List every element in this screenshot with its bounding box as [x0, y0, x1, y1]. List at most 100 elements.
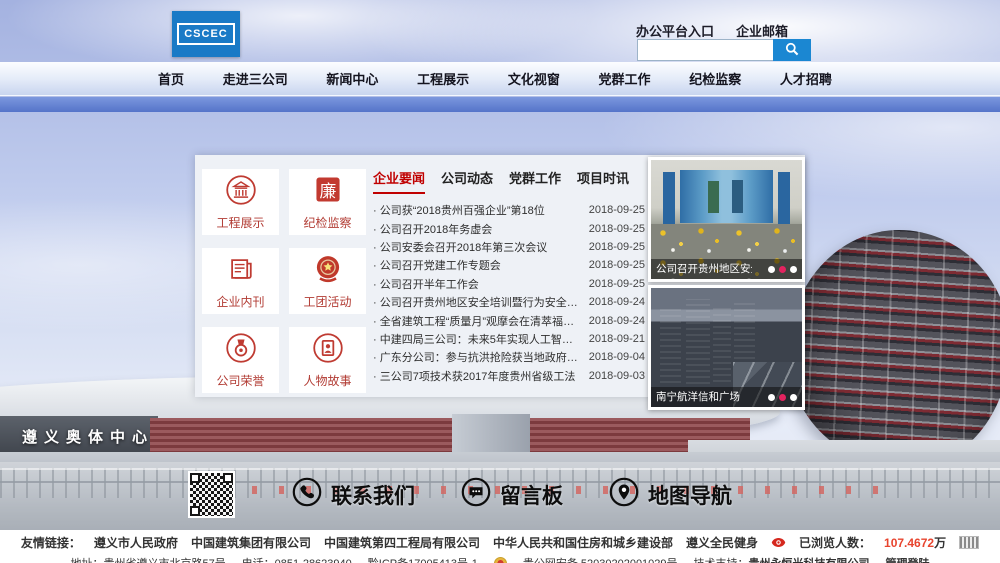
- news-title[interactable]: 公司召开党建工作专题会: [373, 257, 501, 273]
- link-zunyi-gov[interactable]: 遵义市人民政府: [94, 534, 178, 551]
- news-date: 2018-09-24: [589, 296, 645, 308]
- nav-item-culture[interactable]: 文化视窗: [508, 69, 560, 88]
- carousel-caption: 公司召开贵州地区安全培训暨...: [656, 259, 752, 279]
- tile-label: 人物故事: [303, 372, 351, 389]
- tile-label: 纪检监察: [303, 214, 351, 231]
- news-item[interactable]: 公司获“2018贵州百强企业”第18位 2018-09-25: [373, 201, 645, 219]
- tab-company-highlights[interactable]: 企业要闻: [373, 168, 425, 194]
- carousel-dot-active[interactable]: [779, 394, 786, 401]
- tile-people-stories[interactable]: 人物故事: [289, 327, 366, 393]
- link-mohurd[interactable]: 中华人民共和国住房和城乡建设部: [493, 534, 673, 551]
- search-input[interactable]: [637, 39, 773, 61]
- location-pin-icon: [609, 477, 639, 513]
- friend-links-row: 友情链接： 遵义市人民政府 中国建筑集团有限公司 中国建筑第四工程局有限公司 中…: [0, 530, 1000, 551]
- admin-login-link[interactable]: 管理登陆: [886, 555, 930, 563]
- tile-label: 工团活动: [303, 293, 351, 310]
- news-date: 2018-09-25: [589, 241, 645, 253]
- carousel-dot[interactable]: [768, 394, 775, 401]
- map-nav-label: 地图导航: [648, 480, 732, 510]
- tab-party-work[interactable]: 党群工作: [509, 168, 561, 194]
- carousel-caption: 南宁航洋信和广场: [656, 387, 740, 407]
- bank-icon: [225, 174, 257, 211]
- svg-text:廉: 廉: [319, 181, 336, 201]
- news-item[interactable]: 公司召开贵州地区安全培训暨行为安全之星表彰会 2018-09-24: [373, 293, 645, 311]
- news-title[interactable]: 广东分公司：参与抗洪抢险获当地政府表彰: [373, 349, 579, 365]
- carousel-slide-nanning-plaza[interactable]: 南宁航洋信和广场: [648, 285, 805, 410]
- carousel-dots: [768, 394, 797, 401]
- tile-label: 公司荣誉: [216, 372, 264, 389]
- news-title[interactable]: 全省建筑工程“质量月”观摩会在清萃福苑项目举行: [373, 313, 579, 329]
- carousel-slide-safety-training[interactable]: 公司召开贵州地区安全培训暨...: [648, 157, 805, 282]
- stage-screen: [680, 170, 774, 224]
- enterprise-mail-link[interactable]: 企业邮箱: [736, 21, 788, 40]
- news-item[interactable]: 公司安委会召开2018年第三次会议 2018-09-25: [373, 238, 645, 256]
- seal-icon: 廉: [312, 174, 344, 211]
- nav-item-projects[interactable]: 工程展示: [417, 69, 469, 88]
- icp-record-link[interactable]: 黔ICP备17005413号-1: [368, 555, 478, 563]
- footer-info-row: 地址：贵州省遵义市北京路57号 电话：0851-28623940 黔ICP备17…: [0, 551, 1000, 563]
- search-bar: [637, 39, 811, 61]
- search-icon: [784, 41, 800, 60]
- message-board-button[interactable]: 留言板: [461, 477, 563, 513]
- carousel-dot[interactable]: [790, 394, 797, 401]
- nav-item-about[interactable]: 走进三公司: [223, 69, 288, 88]
- news-date: 2018-09-04: [589, 351, 645, 363]
- carousel-dot[interactable]: [790, 266, 797, 273]
- office-platform-link[interactable]: 办公平台入口: [636, 21, 714, 40]
- carousel-dots: [768, 266, 797, 273]
- carousel-dot[interactable]: [768, 266, 775, 273]
- phone-icon: [292, 477, 322, 513]
- news-item[interactable]: 公司召开半年工作会2018-09-25: [373, 275, 645, 293]
- news-title[interactable]: 公司获“2018贵州百强企业”第18位: [373, 202, 545, 218]
- qr-code: [188, 471, 235, 518]
- news-title[interactable]: 公司安委会召开2018年第三次会议: [373, 239, 547, 255]
- tile-discipline-inspection[interactable]: 廉 纪检监察: [289, 169, 366, 235]
- nav-item-discipline[interactable]: 纪检监察: [689, 69, 741, 88]
- search-button[interactable]: [773, 39, 811, 61]
- nav-item-party[interactable]: 党群工作: [599, 69, 651, 88]
- news-item[interactable]: 公司召开2018年务虚会2018-09-25: [373, 219, 645, 237]
- main-nav: 首页 走进三公司 新闻中心 工程展示 文化视窗 党群工作 纪检监察 人才招聘: [0, 62, 1000, 96]
- news-title[interactable]: 公司召开2018年务虚会: [373, 221, 492, 237]
- news-date: 2018-09-24: [589, 315, 645, 327]
- news-list: 公司获“2018贵州百强企业”第18位 2018-09-25 公司召开2018年务…: [373, 201, 645, 385]
- league-emblem-icon: [312, 253, 344, 290]
- police-record-link[interactable]: 贵公网安备 52030202001029号: [523, 555, 678, 563]
- police-badge-icon: [494, 557, 507, 563]
- footer: 友情链接： 遵义市人民政府 中国建筑集团有限公司 中国建筑第四工程局有限公司 中…: [0, 530, 1000, 563]
- link-zunyi-fitness[interactable]: 遵义全民健身: [686, 534, 758, 551]
- carousel: 公司召开贵州地区安全培训暨... 南宁航洋信和广: [648, 157, 805, 413]
- tab-company-dynamics[interactable]: 公司动态: [441, 168, 493, 194]
- cscec-logo-text: CSCEC: [177, 23, 235, 45]
- link-cscec-4th-bureau[interactable]: 中国建筑第四工程局有限公司: [324, 534, 480, 551]
- news-date: 2018-09-25: [589, 204, 645, 216]
- nav-item-home[interactable]: 首页: [158, 69, 184, 88]
- tile-company-honors[interactable]: 公司荣誉: [202, 327, 279, 393]
- link-cscec-group[interactable]: 中国建筑集团有限公司: [191, 534, 311, 551]
- tab-project-news[interactable]: 项目时讯: [577, 168, 629, 194]
- news-title[interactable]: 三公司7项技术获2017年度贵州省级工法: [373, 368, 575, 384]
- footer-phone: 电话：0851-28623940: [242, 555, 352, 563]
- carousel-dot-active[interactable]: [779, 266, 786, 273]
- footer-address: 地址：贵州省遵义市北京路57号: [70, 555, 225, 563]
- news-item[interactable]: 中建四局三公司：未来5年实现人工智能进入可装配式建筑2018-09-21: [373, 330, 645, 348]
- nav-item-recruit[interactable]: 人才招聘: [780, 69, 832, 88]
- contact-us-button[interactable]: 联系我们: [292, 477, 415, 513]
- tile-company-journal[interactable]: 企业内刊: [202, 248, 279, 314]
- cscec-logo[interactable]: CSCEC: [172, 11, 240, 57]
- news-item[interactable]: 全省建筑工程“质量月”观摩会在清萃福苑项目举行 2018-09-24: [373, 311, 645, 329]
- news-item[interactable]: 公司召开党建工作专题会2018-09-25: [373, 256, 645, 274]
- nav-item-news[interactable]: 新闻中心: [326, 69, 378, 88]
- news-item[interactable]: 广东分公司：参与抗洪抢险获当地政府表彰 2018-09-04: [373, 348, 645, 366]
- tech-support-company[interactable]: 贵州永恒光科技有限公司: [749, 558, 870, 563]
- visits-value: 107.4672万: [884, 534, 946, 551]
- news-title[interactable]: 公司召开半年工作会: [373, 276, 479, 292]
- news-title[interactable]: 公司召开贵州地区安全培训暨行为安全之星表彰会: [373, 294, 579, 310]
- stadium-stands: [150, 418, 750, 454]
- tile-union-activities[interactable]: 工团活动: [289, 248, 366, 314]
- news-item[interactable]: 三公司7项技术获2017年度贵州省级工法2018-09-03: [373, 367, 645, 385]
- friend-links-label: 友情链接：: [21, 534, 81, 551]
- map-nav-button[interactable]: 地图导航: [609, 477, 732, 513]
- news-title[interactable]: 中建四局三公司：未来5年实现人工智能进入可装配式建筑: [373, 331, 579, 347]
- tile-project-display[interactable]: 工程展示: [202, 169, 279, 235]
